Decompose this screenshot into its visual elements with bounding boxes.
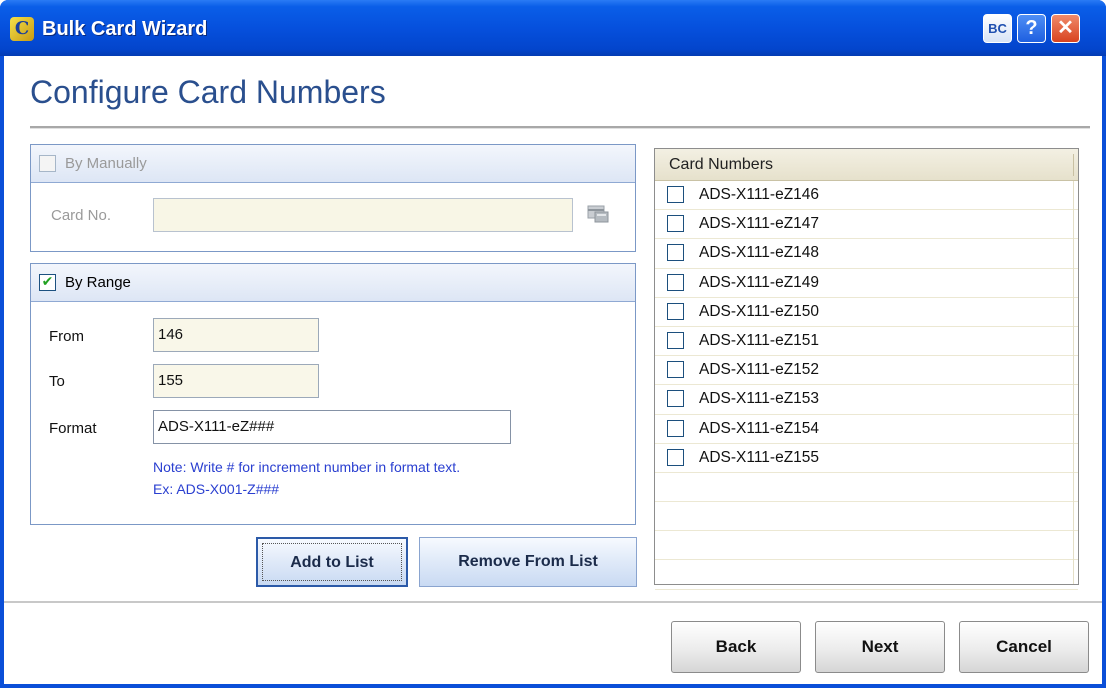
empty-row [655, 560, 1078, 590]
empty-row [655, 502, 1078, 532]
list-item-label: ADS-X111-eZ152 [699, 361, 820, 379]
list-item[interactable]: ADS-X111-eZ151 [655, 327, 1078, 357]
by-range-header: ✔ By Range [31, 264, 635, 302]
list-item[interactable]: ADS-X111-eZ154 [655, 415, 1078, 444]
list-item[interactable]: ADS-X111-eZ155 [655, 444, 1078, 473]
next-button[interactable]: Next [815, 621, 945, 673]
footer-divider [4, 601, 1102, 603]
by-range-checkbox[interactable]: ✔ [39, 274, 56, 291]
column-separator [1073, 154, 1074, 176]
title-divider [30, 126, 1090, 129]
remove-from-list-label: Remove From List [458, 553, 598, 570]
wizard-body: Configure Card Numbers By Manually Card … [4, 56, 1102, 684]
list-item-checkbox[interactable] [667, 273, 684, 291]
by-manually-checkbox[interactable] [39, 155, 56, 172]
window-title: Bulk Card Wizard [42, 18, 208, 40]
by-manually-group: By Manually Card No. [30, 144, 636, 252]
empty-row [655, 531, 1078, 561]
card-no-input[interactable] [153, 198, 573, 232]
list-item-label: ADS-X111-eZ149 [699, 273, 820, 291]
list-item[interactable]: ADS-X111-eZ150 [655, 298, 1078, 327]
to-label: To [49, 373, 65, 390]
list-item-label: ADS-X111-eZ147 [699, 215, 820, 233]
list-item[interactable]: ADS-X111-eZ148 [655, 239, 1078, 269]
list-item-checkbox[interactable] [667, 331, 684, 349]
list-item-checkbox[interactable] [667, 215, 684, 233]
list-item-checkbox[interactable] [667, 361, 684, 379]
list-item[interactable]: ADS-X111-eZ147 [655, 210, 1078, 240]
list-item[interactable]: ADS-X111-eZ152 [655, 356, 1078, 386]
by-range-group: ✔ By Range From 146 To 155 Format ADS-X1… [30, 263, 636, 525]
card-no-label: Card No. [51, 207, 112, 224]
list-item[interactable]: ADS-X111-eZ149 [655, 269, 1078, 298]
card-numbers-list[interactable]: Card Numbers ADS-X111-eZ146 ADS-X111-eZ14… [654, 148, 1079, 590]
card-icon[interactable] [587, 204, 609, 224]
wizard-window: C Bulk Card Wizard BC ? ✕ Configure Card… [0, 0, 1106, 688]
list-item-checkbox[interactable] [667, 448, 684, 466]
title-bar[interactable]: C Bulk Card Wizard BC ? ✕ [0, 0, 1106, 56]
by-manually-header: By Manually [31, 145, 635, 183]
to-input[interactable]: 155 [153, 364, 319, 398]
list-item-label: ADS-X111-eZ150 [699, 302, 820, 320]
list-item-label: ADS-X111-eZ154 [699, 419, 820, 437]
format-note: Note: Write # for increment number in fo… [153, 459, 461, 475]
list-item-checkbox[interactable] [667, 186, 684, 203]
empty-row [655, 473, 1078, 503]
by-manually-label: By Manually [65, 155, 147, 172]
card-numbers-rows: ADS-X111-eZ146 ADS-X111-eZ147 ADS-X111-eZ1… [655, 181, 1078, 590]
format-input[interactable]: ADS-X111-eZ### [153, 410, 511, 444]
list-item-label: ADS-X111-eZ151 [699, 331, 820, 349]
column-gridline [1073, 181, 1074, 584]
by-range-label: By Range [65, 274, 131, 291]
back-button[interactable]: Back [671, 621, 801, 673]
list-item-checkbox[interactable] [667, 419, 684, 437]
list-item-label: ADS-X111-eZ153 [699, 390, 820, 408]
bulk-card-app-icon: C [10, 17, 34, 41]
card-numbers-header[interactable]: Card Numbers [655, 149, 1078, 181]
list-item-checkbox[interactable] [667, 302, 684, 320]
list-item-label: ADS-X111-eZ148 [699, 244, 820, 262]
list-item-checkbox[interactable] [667, 244, 684, 262]
cancel-button[interactable]: Cancel [959, 621, 1089, 673]
from-input[interactable]: 146 [153, 318, 319, 352]
list-item-label: ADS-X111-eZ155 [699, 448, 820, 466]
close-button[interactable]: ✕ [1051, 14, 1080, 43]
bc-tool-button[interactable]: BC [983, 14, 1012, 43]
add-to-list-focus-ring [262, 543, 402, 581]
list-item-label: ADS-X111-eZ146 [699, 186, 820, 203]
list-item-checkbox[interactable] [667, 390, 684, 408]
card-numbers-header-label: Card Numbers [669, 156, 774, 173]
remove-from-list-button[interactable]: Remove From List [419, 537, 637, 587]
help-button[interactable]: ? [1017, 14, 1046, 43]
list-item[interactable]: ADS-X111-eZ146 [655, 181, 1078, 211]
page-title: Configure Card Numbers [30, 74, 386, 110]
format-label: Format [49, 420, 97, 437]
from-label: From [49, 328, 84, 345]
list-item[interactable]: ADS-X111-eZ153 [655, 385, 1078, 415]
format-example: Ex: ADS-X001-Z### [153, 481, 280, 497]
add-to-list-button[interactable]: Add to List [256, 537, 408, 587]
